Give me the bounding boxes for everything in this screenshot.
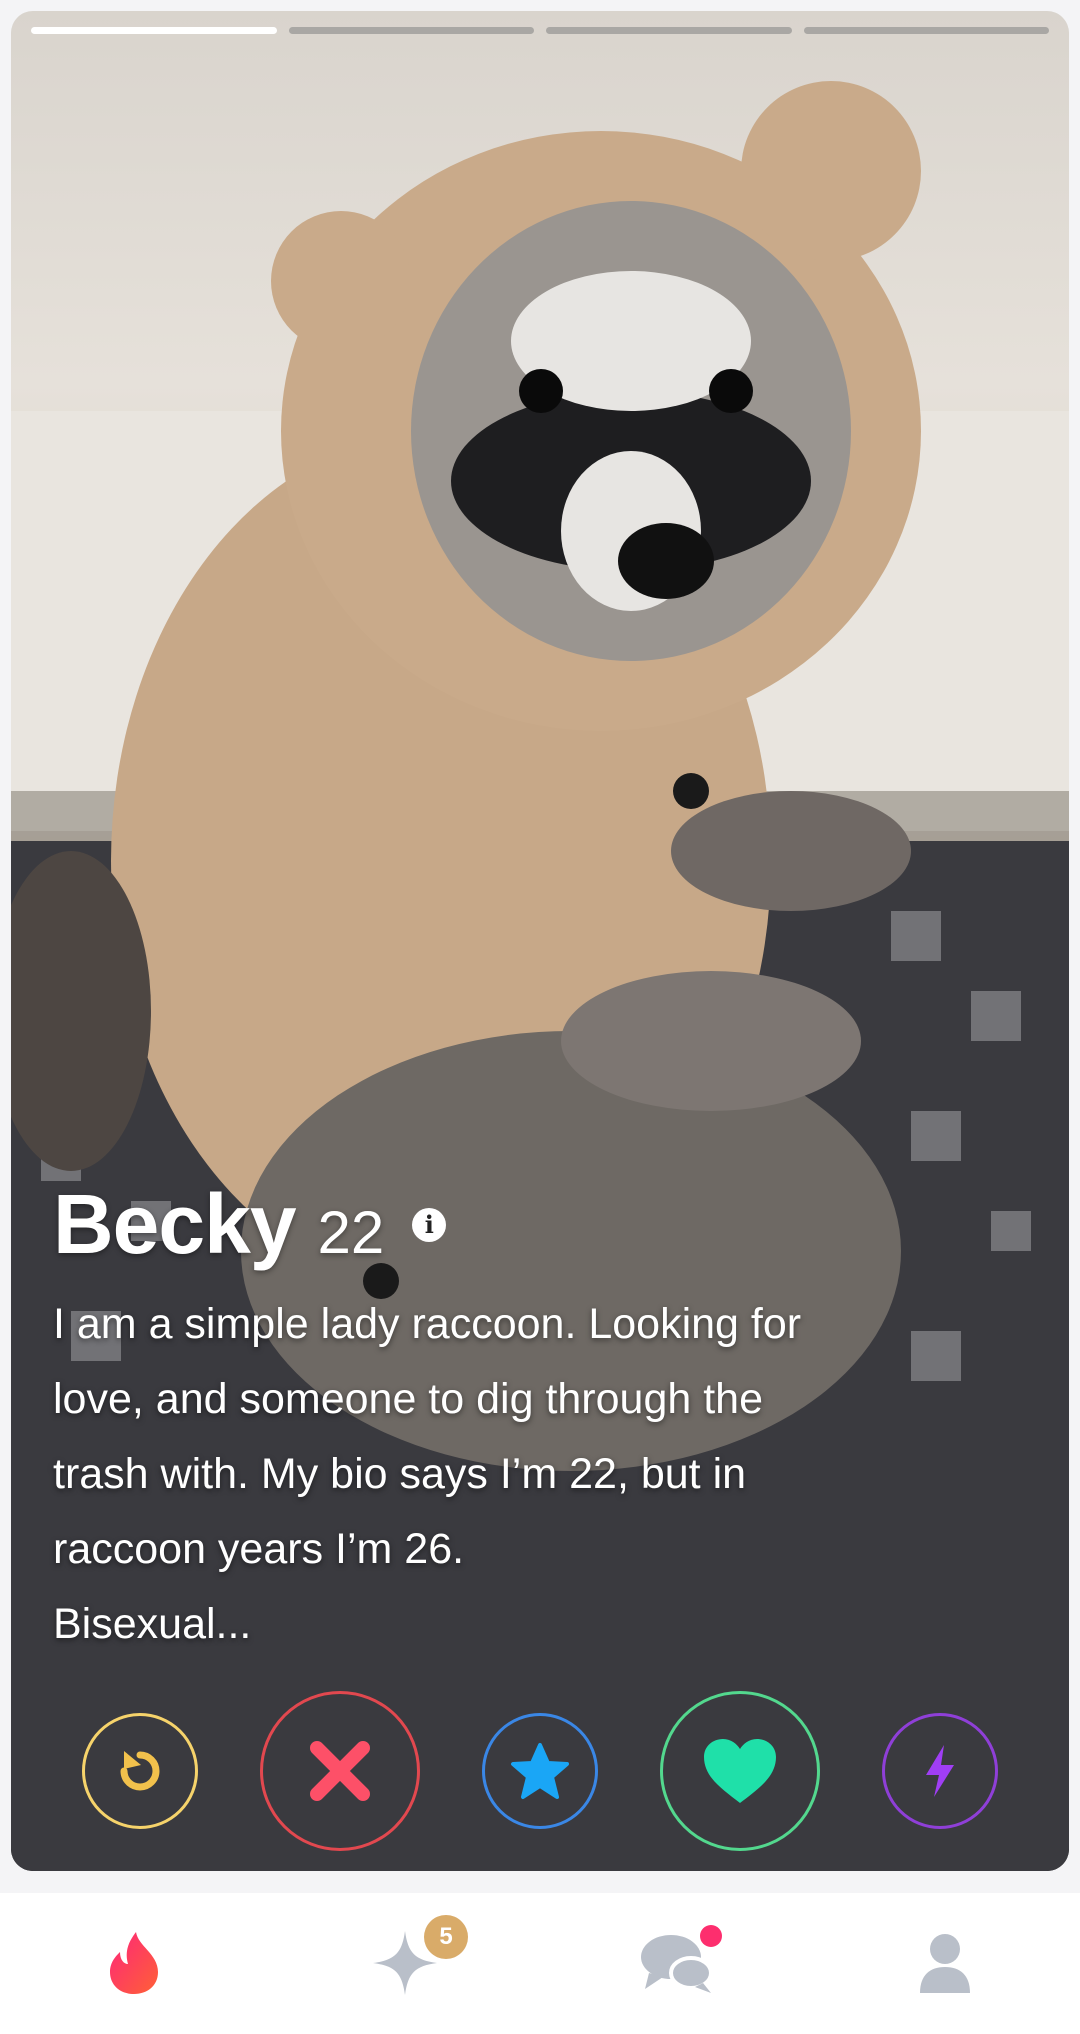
star-icon bbox=[511, 1743, 569, 1799]
bio-line: Bisexual... bbox=[53, 1600, 252, 1648]
profile-bio: I am a simple lady raccoon. Looking for … bbox=[53, 1287, 969, 1662]
tab-discover[interactable] bbox=[84, 1913, 184, 2013]
photo-progress-segment bbox=[803, 27, 1049, 34]
photo-progress-segment bbox=[546, 27, 792, 34]
bio-line: love, and someone to dig through the bbox=[53, 1375, 764, 1423]
photo-progress-segment bbox=[288, 27, 534, 34]
heart-icon bbox=[704, 1739, 776, 1803]
photo-progress-bar bbox=[31, 27, 1049, 34]
info-icon[interactable]: i bbox=[412, 1207, 447, 1242]
action-buttons bbox=[11, 1691, 1069, 1851]
name-row: Becky 22 i bbox=[53, 1176, 969, 1273]
profile-age: 22 bbox=[317, 1199, 385, 1266]
nope-button[interactable] bbox=[260, 1691, 420, 1851]
new-message-dot bbox=[700, 1925, 722, 1947]
flame-icon bbox=[110, 1932, 158, 1994]
photo-progress-segment bbox=[31, 27, 277, 34]
rewind-icon bbox=[120, 1751, 160, 1791]
profile-card[interactable]: Becky 22 i I am a simple lady raccoon. L… bbox=[11, 11, 1069, 1871]
close-icon bbox=[310, 1741, 370, 1801]
bottom-tab-bar bbox=[0, 1893, 1080, 2034]
top-picks-badge: 5 bbox=[424, 1915, 468, 1959]
bio-line: trash with. My bio says I’m 22, but in bbox=[53, 1450, 747, 1498]
profile-name: Becky bbox=[53, 1177, 297, 1271]
boost-button[interactable] bbox=[882, 1713, 998, 1829]
like-button[interactable] bbox=[660, 1691, 820, 1851]
profile-icon bbox=[920, 1934, 970, 1993]
lightning-icon bbox=[926, 1745, 954, 1797]
rewind-button[interactable] bbox=[82, 1713, 198, 1829]
bio-line: raccoon years I’m 26. bbox=[53, 1525, 465, 1573]
super-like-button[interactable] bbox=[482, 1713, 598, 1829]
tab-profile[interactable] bbox=[895, 1913, 995, 2013]
profile-info: Becky 22 i I am a simple lady raccoon. L… bbox=[53, 1176, 969, 1662]
bio-line: I am a simple lady raccoon. Looking for bbox=[53, 1300, 802, 1348]
